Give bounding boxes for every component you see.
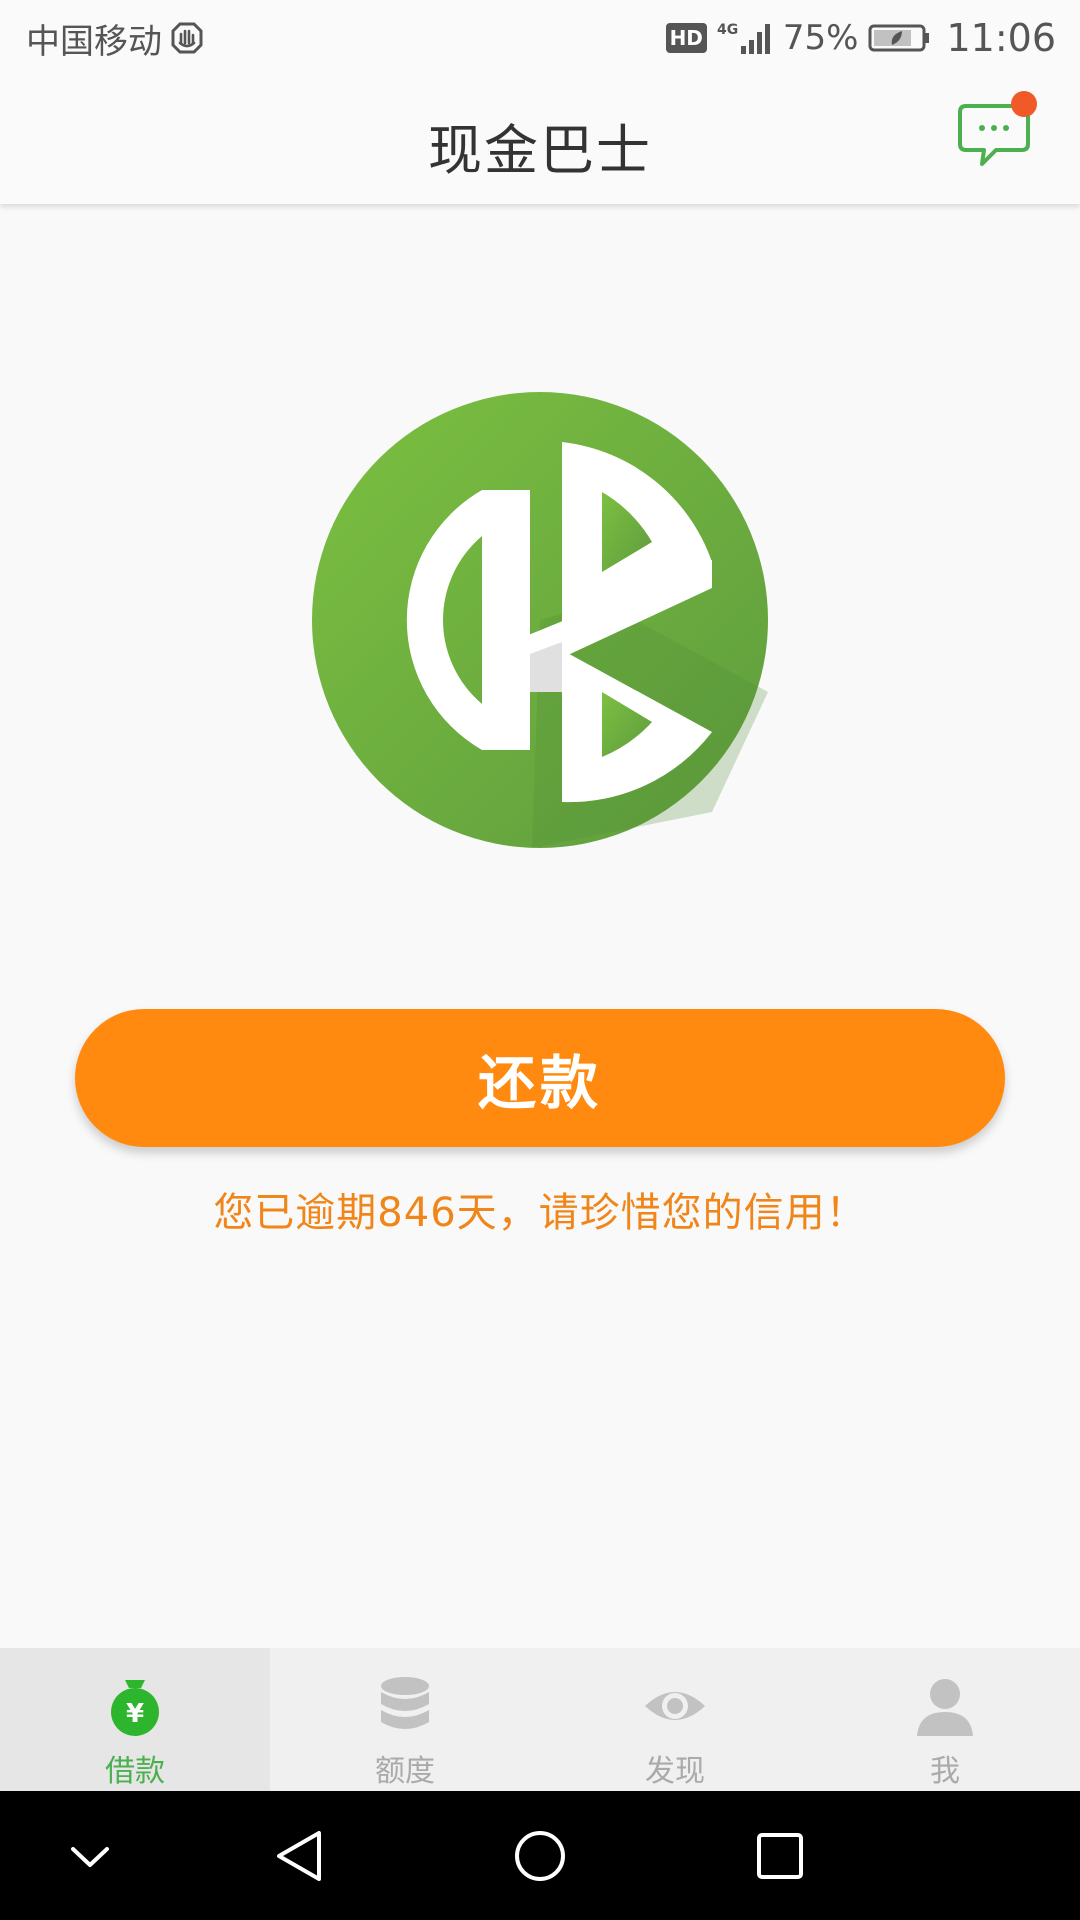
database-icon (381, 1677, 429, 1729)
overdue-notice: 您已逾期846天，请珍惜您的信用！ (213, 1190, 867, 1236)
tab-discover[interactable]: 发现 (540, 1648, 810, 1791)
clock: 11:06 (946, 16, 1056, 60)
page-title: 现金巴士 (428, 119, 652, 182)
repay-button[interactable]: 还款 (75, 1009, 1005, 1147)
tab-label: 额度 (375, 1754, 435, 1789)
tab-credit-limit[interactable]: 额度 (270, 1648, 540, 1791)
chat-bubble-icon (958, 91, 1037, 166)
status-right: HD 4G 75% 11:06 (656, 16, 1056, 60)
home-circle-icon (515, 1831, 565, 1881)
battery-percent: 75% (782, 18, 859, 58)
tab-label: 我 (930, 1754, 960, 1789)
svg-text:¥: ¥ (126, 1699, 144, 1729)
status-left: 中国移动 (26, 14, 204, 63)
battery-icon (868, 24, 930, 52)
recent-apps-button[interactable] (745, 1821, 815, 1891)
tab-label: 发现 (645, 1754, 705, 1789)
carrier-name: 中国移动 (26, 21, 162, 62)
status-bar: 中国移动 HD 4G 75% 11:06 (0, 0, 1080, 76)
home-button[interactable] (505, 1821, 575, 1891)
app-header: 现金巴士 (0, 76, 1080, 204)
system-nav-bar (0, 1791, 1080, 1920)
tab-loan[interactable]: ¥ 借款 (0, 1648, 270, 1791)
tab-label: 借款 (105, 1754, 165, 1789)
notification-dot (1011, 91, 1037, 117)
signal-icon: 4G (717, 22, 770, 54)
chevron-down-icon (71, 1847, 109, 1867)
tab-me[interactable]: 我 (810, 1648, 1080, 1791)
hide-nav-button[interactable] (55, 1821, 125, 1891)
cash-bus-logo (312, 392, 768, 848)
eye-icon (645, 1692, 705, 1720)
bottom-tab-bar: ¥ 借款 额度 发现 我 (0, 1648, 1080, 1791)
hd-badge: HD (665, 23, 707, 53)
back-triangle-icon (277, 1831, 321, 1881)
hand-icon (171, 22, 203, 54)
back-button[interactable] (265, 1821, 335, 1891)
message-button[interactable] (952, 90, 1044, 180)
network-type: 4G (717, 22, 738, 38)
square-icon (757, 1833, 803, 1879)
person-icon (917, 1679, 973, 1736)
money-bag-icon: ¥ (111, 1680, 159, 1736)
